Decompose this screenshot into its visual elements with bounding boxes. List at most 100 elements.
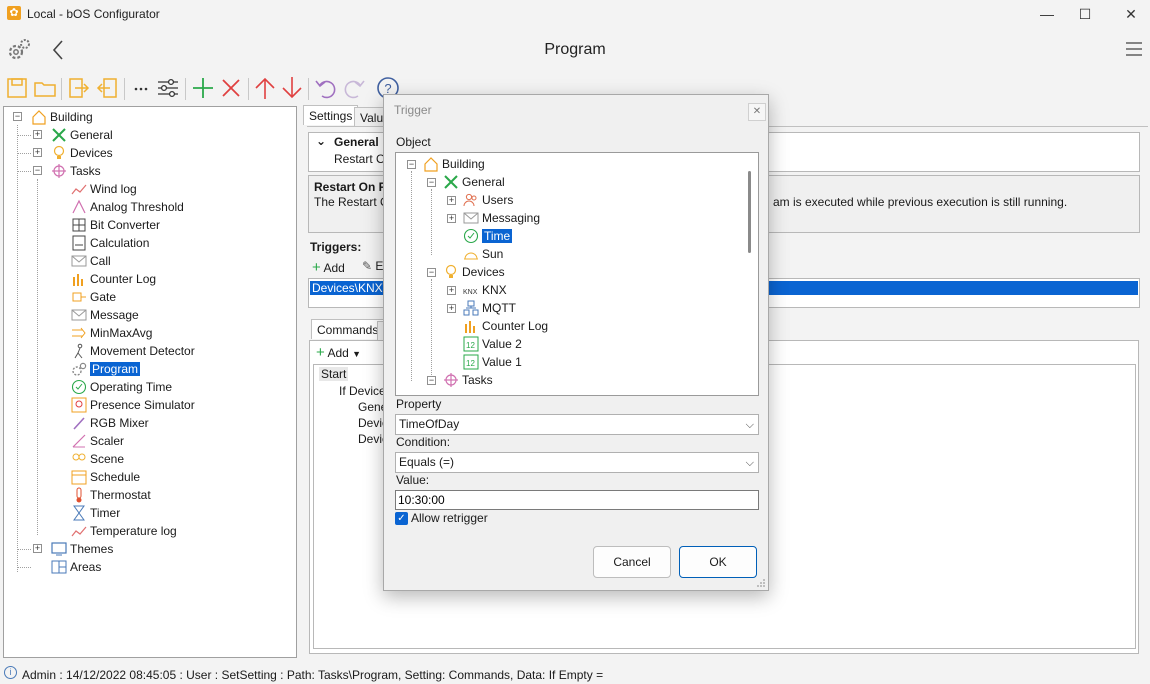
expander-knx[interactable]: + xyxy=(447,286,456,295)
tree-item-counter-log[interactable]: Counter Log xyxy=(71,270,156,288)
tree-item-movement-detector[interactable]: Movement Detector xyxy=(71,342,195,360)
description-text-right: am is executed while previous execution … xyxy=(773,195,1068,209)
tree-item-themes[interactable]: Themes xyxy=(51,540,113,558)
cancel-button[interactable]: Cancel xyxy=(593,546,671,578)
dlg-tree-building[interactable]: Building xyxy=(423,155,485,173)
expander-general[interactable]: − xyxy=(427,178,436,187)
tree-item-call[interactable]: Call xyxy=(71,252,111,270)
dlg-tree-time[interactable]: Time xyxy=(463,227,513,245)
tree-item-presence-simulator[interactable]: Presence Simulator xyxy=(71,396,195,414)
dlg-tree-knx[interactable]: KNX KNX xyxy=(463,281,507,299)
tree-item-building[interactable]: Building xyxy=(31,108,93,126)
expander-tasks[interactable]: − xyxy=(33,166,42,175)
dlg-tree-mqtt[interactable]: MQTT xyxy=(463,299,516,317)
expander-themes[interactable]: + xyxy=(33,544,42,553)
allow-retrigger-checkbox[interactable]: ✓ xyxy=(395,512,408,525)
expander-general[interactable]: + xyxy=(33,130,42,139)
dlg-tree-devices[interactable]: Devices xyxy=(443,263,505,281)
expander-building[interactable]: − xyxy=(13,112,22,121)
tree-item-thermostat[interactable]: Thermostat xyxy=(71,486,151,504)
value-label: Value: xyxy=(396,473,430,487)
tree-item-bit-converter[interactable]: Bit Converter xyxy=(71,216,160,234)
export-icon[interactable] xyxy=(95,76,119,100)
resize-grip-icon[interactable] xyxy=(756,578,766,588)
tree-scrollbar[interactable] xyxy=(748,171,751,253)
tab-commands[interactable]: Commands xyxy=(311,319,385,339)
lightbulb-icon xyxy=(445,264,457,278)
dlg-tree-value-1[interactable]: 12 Value 1 xyxy=(463,353,522,371)
move-up-icon[interactable] xyxy=(253,76,277,100)
toolbar-separator xyxy=(308,78,309,100)
hamburger-menu-icon[interactable] xyxy=(1125,40,1143,58)
open-folder-icon[interactable] xyxy=(33,76,57,100)
tree-item-message[interactable]: Message xyxy=(71,306,139,324)
tree-item-program[interactable]: Program xyxy=(71,360,141,378)
restart-setting-label[interactable]: Restart O xyxy=(334,152,385,166)
envelope-icon xyxy=(463,212,479,224)
property-select[interactable]: TimeOfDay ⌵ xyxy=(395,414,759,435)
dlg-tree-counter-log[interactable]: Counter Log xyxy=(463,317,548,335)
tree-item-wind-log[interactable]: Wind log xyxy=(71,180,137,198)
undo-icon[interactable] xyxy=(314,76,338,100)
gate-icon xyxy=(72,292,86,302)
monitor-icon xyxy=(51,542,67,556)
tree-item-timer[interactable]: Timer xyxy=(71,504,120,522)
tree-item-analog-threshold[interactable]: Analog Threshold xyxy=(71,198,184,216)
dlg-tree-users[interactable]: Users xyxy=(463,191,513,209)
building-tree[interactable]: − Building + General + Devices − Tasks W… xyxy=(3,106,297,658)
add-icon: + xyxy=(312,259,321,276)
ok-button[interactable]: OK xyxy=(679,546,757,578)
tree-item-schedule[interactable]: Schedule xyxy=(71,468,140,486)
save-icon[interactable] xyxy=(5,76,29,100)
commands-add-button[interactable]: + Add ▼ xyxy=(316,344,361,361)
chart-icon xyxy=(71,526,87,537)
dialog-close-button[interactable]: ✕ xyxy=(748,103,766,121)
tree-item-temperature-log[interactable]: Temperature log xyxy=(71,522,177,540)
delete-icon[interactable] xyxy=(219,76,243,100)
collapse-chevron-icon[interactable]: ⌄ xyxy=(316,134,326,148)
more-icon[interactable] xyxy=(130,76,154,100)
tree-item-minmaxavg[interactable]: MinMaxAvg xyxy=(71,324,152,342)
triggers-edit-button[interactable]: ✎ E xyxy=(362,259,383,273)
close-button[interactable]: ✕ xyxy=(1108,0,1150,28)
import-icon[interactable] xyxy=(67,76,91,100)
tree-item-devices[interactable]: Devices xyxy=(51,144,113,162)
tree-item-operating-time[interactable]: Operating Time xyxy=(71,378,172,396)
tasks-icon xyxy=(444,372,458,387)
expander-devices[interactable]: + xyxy=(33,148,42,157)
tab-settings[interactable]: Settings xyxy=(303,105,359,125)
redo-icon[interactable] xyxy=(342,76,366,100)
allow-retrigger-label[interactable]: Allow retrigger xyxy=(411,511,488,525)
dlg-tree-general[interactable]: General xyxy=(443,173,505,191)
add-icon[interactable] xyxy=(191,76,215,100)
dlg-tree-messaging[interactable]: Messaging xyxy=(463,209,540,227)
tree-item-scaler[interactable]: Scaler xyxy=(71,432,124,450)
triggers-add-button[interactable]: + Add xyxy=(312,259,345,276)
value-input[interactable] xyxy=(395,490,759,510)
condition-select[interactable]: Equals (=) ⌵ xyxy=(395,452,759,473)
command-start[interactable]: Start xyxy=(319,367,349,381)
move-down-icon[interactable] xyxy=(280,76,304,100)
dlg-tree-sun[interactable]: Sun xyxy=(463,245,503,263)
expander-building[interactable]: − xyxy=(407,160,416,169)
tree-item-rgb-mixer[interactable]: RGB Mixer xyxy=(71,414,149,432)
tree-item-scene[interactable]: Scene xyxy=(71,450,124,468)
tree-item-general[interactable]: General xyxy=(51,126,113,144)
object-tree[interactable]: − Building − General + Users + Messaging… xyxy=(395,152,759,396)
expander-devices[interactable]: − xyxy=(427,268,436,277)
tree-item-gate[interactable]: Gate xyxy=(71,288,116,306)
dlg-tree-tasks[interactable]: Tasks xyxy=(443,371,493,389)
thermometer-icon xyxy=(76,487,82,503)
envelope-icon xyxy=(71,309,87,321)
maximize-button[interactable]: ☐ xyxy=(1062,0,1108,28)
hourglass-icon xyxy=(73,505,85,521)
filter-sliders-icon[interactable] xyxy=(156,76,180,100)
expander-tasks[interactable]: − xyxy=(427,376,436,385)
expander-mqtt[interactable]: + xyxy=(447,304,456,313)
expander-messaging[interactable]: + xyxy=(447,214,456,223)
expander-users[interactable]: + xyxy=(447,196,456,205)
tree-item-calculation[interactable]: Calculation xyxy=(71,234,149,252)
tree-item-tasks[interactable]: Tasks xyxy=(51,162,101,180)
tree-item-areas[interactable]: Areas xyxy=(51,558,101,576)
dlg-tree-value-2[interactable]: 12 Value 2 xyxy=(463,335,522,353)
